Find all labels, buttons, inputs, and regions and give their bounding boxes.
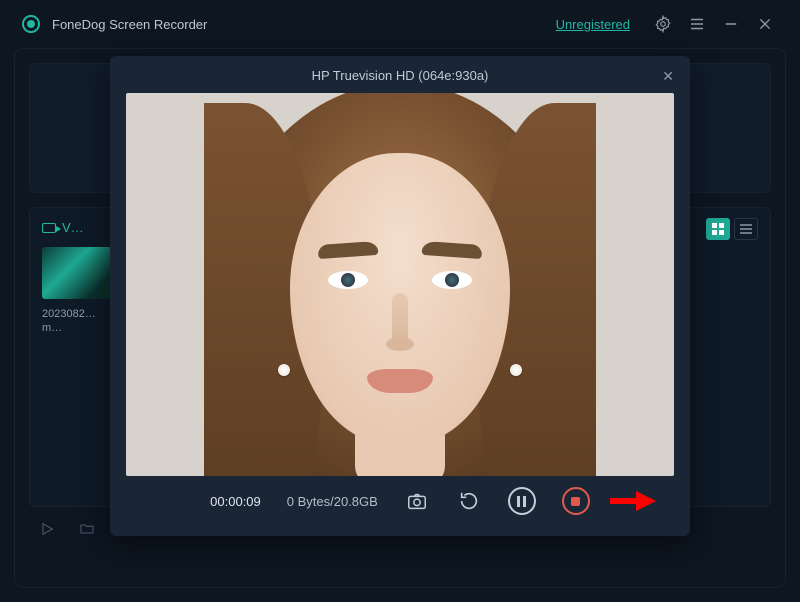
annotation-arrow-icon: [610, 493, 656, 509]
recording-thumbnail[interactable]: [42, 247, 112, 299]
snapshot-camera-icon[interactable]: [404, 488, 430, 514]
hamburger-menu-icon[interactable]: [686, 13, 708, 35]
app-title: FoneDog Screen Recorder: [52, 17, 207, 32]
camera-preview: [126, 93, 674, 476]
view-grid-button[interactable]: [706, 218, 730, 240]
camera-device-name: HP Truevision HD (064e:930a): [312, 68, 489, 83]
play-icon[interactable]: [39, 521, 57, 539]
minimize-icon[interactable]: [720, 13, 742, 35]
stop-record-button[interactable]: [562, 487, 590, 515]
pause-button[interactable]: [508, 487, 536, 515]
camera-preview-modal: HP Truevision HD (064e:930a) ✕ 00:00:09 …: [110, 56, 690, 536]
settings-gear-icon[interactable]: [652, 13, 674, 35]
view-list-button[interactable]: [734, 218, 758, 240]
recording-timer: 00:00:09: [210, 494, 261, 509]
video-tab-icon: [42, 223, 56, 233]
tab-video-label: V…: [62, 220, 84, 235]
close-modal-icon[interactable]: ✕: [662, 68, 674, 85]
folder-icon[interactable]: [79, 521, 97, 539]
unregistered-link[interactable]: Unregistered: [556, 17, 630, 32]
modal-header: HP Truevision HD (064e:930a) ✕: [126, 68, 674, 93]
recording-filesize: 0 Bytes/20.8GB: [287, 494, 378, 509]
titlebar: FoneDog Screen Recorder Unregistered: [0, 0, 800, 48]
recording-controls: 00:00:09 0 Bytes/20.8GB: [126, 476, 674, 526]
tab-video[interactable]: V…: [42, 220, 84, 235]
restart-icon[interactable]: [456, 488, 482, 514]
app-logo-icon: [22, 15, 40, 33]
close-window-icon[interactable]: [754, 13, 776, 35]
